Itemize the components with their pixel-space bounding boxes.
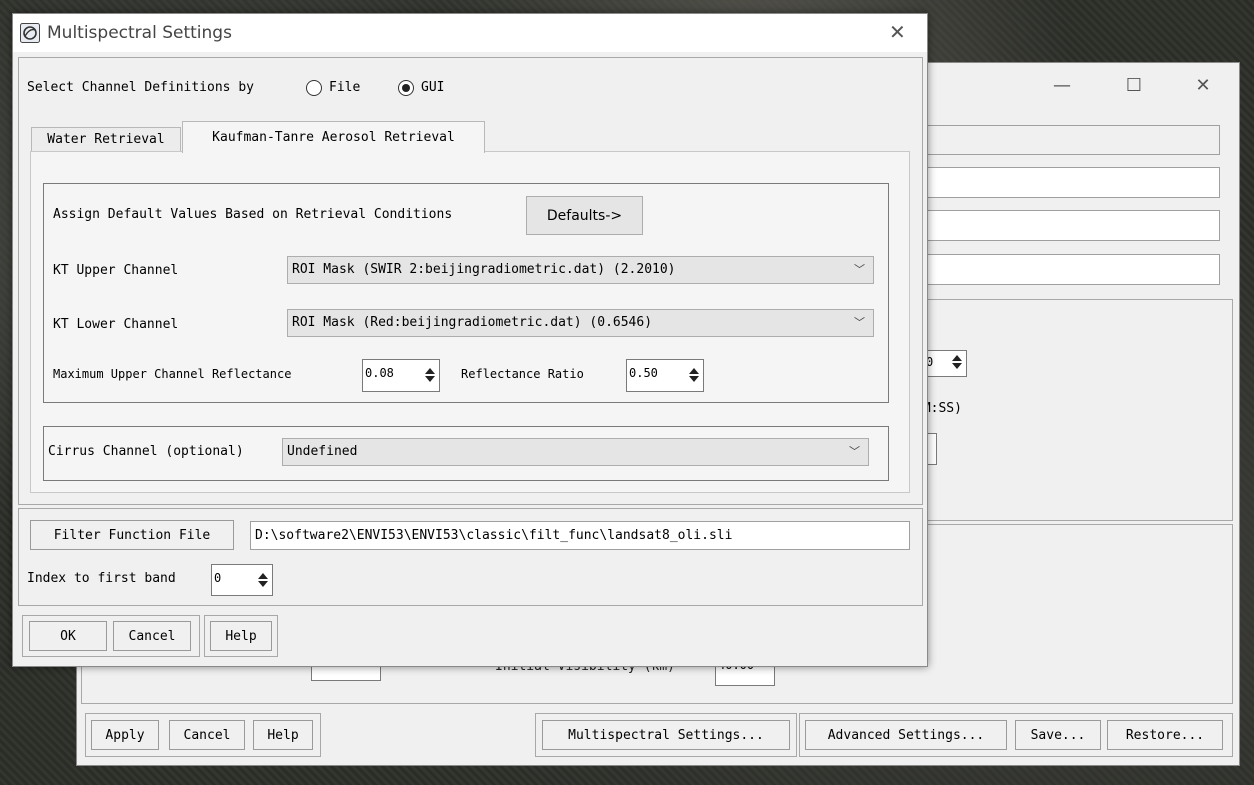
numeric-spinner[interactable]: 0	[923, 350, 967, 377]
tab-water-retrieval[interactable]: Water Retrieval	[31, 127, 181, 151]
close-button[interactable]: ✕	[1180, 63, 1226, 107]
text-field[interactable]	[926, 254, 1220, 285]
index-first-band-value: 0	[214, 571, 222, 585]
file-radio[interactable]	[306, 80, 322, 96]
max-upper-reflectance-value: 0.08	[365, 366, 394, 380]
kt-upper-channel-value: ROI Mask (SWIR 2:beijingradiometric.dat)…	[292, 262, 676, 277]
minimize-button[interactable]: —	[1039, 63, 1085, 107]
kt-lower-channel-label: KT Lower Channel	[53, 317, 179, 332]
kt-lower-channel-value: ROI Mask (Red:beijingradiometric.dat) (0…	[292, 315, 653, 330]
dialog-title: Multispectral Settings	[47, 23, 232, 43]
text-field[interactable]	[926, 167, 1220, 198]
cancel-button[interactable]: Cancel	[113, 621, 191, 651]
text-field[interactable]	[926, 210, 1220, 241]
max-upper-reflectance-spinner[interactable]: 0.08	[362, 359, 440, 392]
chevron-down-icon: ﹀	[854, 263, 865, 276]
spinner-arrows-icon[interactable]	[257, 572, 269, 588]
reflectance-ratio-value: 0.50	[629, 366, 658, 380]
reflectance-ratio-spinner[interactable]: 0.50	[626, 359, 704, 392]
multispectral-settings-button[interactable]: Multispectral Settings...	[542, 720, 790, 750]
ok-button[interactable]: OK	[29, 621, 107, 651]
file-radio-label: File	[329, 80, 361, 95]
cirrus-channel-label: Cirrus Channel (optional)	[48, 444, 244, 459]
spinner-arrows-icon[interactable]	[951, 354, 963, 370]
channel-definition-label: Select Channel Definitions by	[27, 80, 254, 95]
apply-button[interactable]: Apply	[91, 720, 159, 750]
index-first-band-label: Index to first band	[27, 571, 176, 586]
filter-function-path-input[interactable]: D:\software2\ENVI53\ENVI53\classic\filt_…	[250, 521, 910, 550]
app-icon	[20, 23, 40, 43]
multispectral-settings-dialog: Multispectral Settings ✕ Select Channel …	[12, 13, 928, 667]
close-icon[interactable]: ✕	[889, 20, 906, 44]
index-first-band-spinner[interactable]: 0	[211, 564, 273, 596]
maximize-button[interactable]: ☐	[1111, 63, 1157, 107]
tab-kaufman-tanre[interactable]: Kaufman-Tanre Aerosol Retrieval	[182, 121, 485, 153]
kt-upper-channel-label: KT Upper Channel	[53, 263, 179, 278]
cancel-button[interactable]: Cancel	[169, 720, 245, 750]
save-button[interactable]: Save...	[1015, 720, 1101, 750]
max-upper-reflectance-label: Maximum Upper Channel Reflectance	[53, 367, 292, 381]
help-button[interactable]: Help	[210, 621, 272, 651]
restore-button[interactable]: Restore...	[1107, 720, 1223, 750]
gui-radio-label: GUI	[421, 80, 445, 95]
reflectance-ratio-label: Reflectance Ratio	[461, 367, 584, 381]
defaults-button[interactable]: Defaults->	[526, 196, 643, 235]
kt-lower-channel-select[interactable]: ROI Mask (Red:beijingradiometric.dat) (0…	[287, 309, 874, 337]
defaults-label: Assign Default Values Based on Retrieval…	[53, 207, 453, 222]
advanced-settings-button[interactable]: Advanced Settings...	[805, 720, 1007, 750]
chevron-down-icon: ﹀	[854, 316, 865, 329]
kt-upper-channel-select[interactable]: ROI Mask (SWIR 2:beijingradiometric.dat)…	[287, 256, 874, 284]
title-bar: Multispectral Settings ✕	[13, 14, 927, 52]
help-button[interactable]: Help	[253, 720, 313, 750]
chevron-down-icon: ﹀	[849, 445, 860, 458]
cirrus-channel-value: Undefined	[287, 444, 358, 459]
spinner-arrows-icon[interactable]	[424, 367, 436, 383]
spinner-arrows-icon[interactable]	[688, 367, 700, 383]
text-field[interactable]	[926, 125, 1220, 155]
cirrus-channel-select[interactable]: Undefined ﹀	[282, 438, 869, 466]
gui-radio[interactable]	[398, 80, 414, 96]
filter-function-file-button[interactable]: Filter Function File	[30, 520, 234, 550]
